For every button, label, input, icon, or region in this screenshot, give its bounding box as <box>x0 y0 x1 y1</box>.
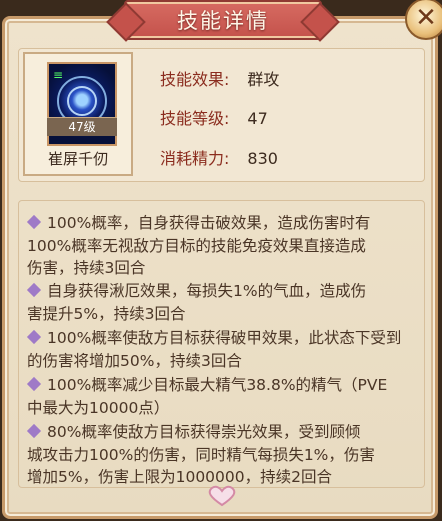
stat-label: 消耗精力: <box>160 149 230 168</box>
effect-item: 100%概率减少目标最大精气38.8%的精气（PVE 中最大为10000点） <box>26 376 388 417</box>
stat-value: 47 <box>247 109 268 128</box>
page-title: 技能详情 <box>177 9 269 33</box>
effect-item: 自身获得湫厄效果，每损失1%的气血，造成伤 害提升5%，持续3回合 <box>26 282 367 323</box>
rune-icon: ≡ <box>53 68 64 82</box>
close-button[interactable]: ✕ <box>405 0 442 40</box>
level-badge: 47级 <box>47 117 117 136</box>
effect-item: 100%概率，自身获得击破效果，造成伤害时有 100%概率无视敌方目标的技能免疫… <box>26 214 371 277</box>
stat-value: 群攻 <box>247 70 280 89</box>
diamond-bullet-icon <box>26 423 42 439</box>
effect-item: 80%概率使敌方目标获得崇光效果，受到顾倾 城攻击力100%的伤害，同时精气每损… <box>26 423 375 486</box>
heart-ornament-icon <box>208 485 236 507</box>
close-icon: ✕ <box>415 3 437 33</box>
title-banner: 技能详情 <box>124 0 322 40</box>
diamond-bullet-icon <box>26 214 42 230</box>
diamond-bullet-icon <box>26 329 42 345</box>
diamond-bullet-icon <box>26 376 42 392</box>
stat-effect: 技能效果: 群攻 <box>160 66 279 90</box>
stat-level: 技能等级: 47 <box>160 105 268 129</box>
effect-item: 100%概率使敌方目标获得破甲效果，此状态下受到 的伤害将增加50%，持续3回合 <box>26 329 402 370</box>
stat-value: 830 <box>247 149 278 168</box>
stat-cost: 消耗精力: 830 <box>160 145 278 169</box>
skill-name: 崔屏千仞 <box>47 150 108 168</box>
diamond-bullet-icon <box>26 282 42 298</box>
skill-card: ≡ 47级 崔屏千仞 <box>23 52 133 176</box>
stat-label: 技能效果: <box>160 70 230 89</box>
stat-label: 技能等级: <box>160 109 230 128</box>
